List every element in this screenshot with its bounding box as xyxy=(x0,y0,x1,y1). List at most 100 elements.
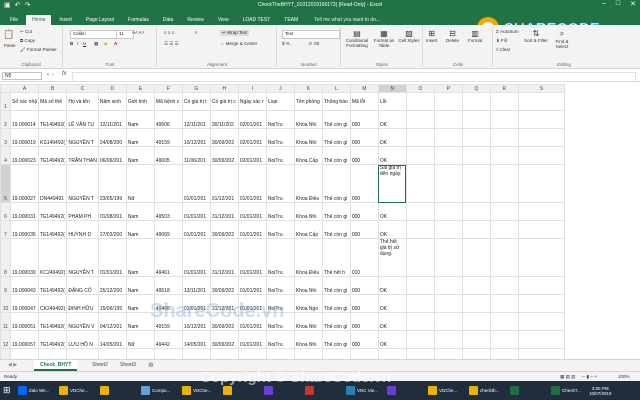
cell-f1[interactable]: Mã bệnh c xyxy=(153,92,183,111)
cell-q1[interactable] xyxy=(461,92,491,111)
cell-o5[interactable] xyxy=(405,164,435,203)
fill-color-icon[interactable]: ◆ xyxy=(104,41,107,47)
cell-f4[interactable]: 49005 xyxy=(153,146,183,165)
clock[interactable]: 3:05 PM 10/07/2019 xyxy=(589,383,612,398)
bold-button[interactable]: B xyxy=(70,41,73,46)
row-header[interactable]: 4 xyxy=(0,146,11,165)
grow-font-icon[interactable]: A˄ A˅ xyxy=(132,30,144,35)
cell-p5[interactable] xyxy=(433,164,463,203)
cell-k7[interactable]: Khoa Cấp xyxy=(293,220,323,239)
column-header-e[interactable]: E xyxy=(125,84,155,93)
cell-d13[interactable]: 01/01/197 xyxy=(97,348,127,359)
cell-g9[interactable]: 13/11/201 xyxy=(181,276,211,295)
cell-q6[interactable] xyxy=(461,202,491,221)
cell-j9[interactable]: NoiTru xyxy=(265,276,295,295)
cell-s5[interactable] xyxy=(517,164,565,203)
cancel-enter-icons[interactable]: ✕ ✓ xyxy=(46,72,55,78)
cell-n4[interactable]: OK xyxy=(377,146,407,165)
cell-s6[interactable] xyxy=(517,202,565,221)
align-left-icon[interactable]: ☰ ☰ ☰ xyxy=(164,41,179,47)
cell-m4[interactable]: 000 xyxy=(349,146,379,165)
cell-j7[interactable]: NoiTru xyxy=(265,220,295,239)
column-header-b[interactable]: B xyxy=(38,84,68,93)
cell-r2[interactable] xyxy=(489,110,519,129)
cell-s13[interactable] xyxy=(517,348,565,359)
cell-l9[interactable]: Thẻ còn gi xyxy=(321,276,351,295)
cell-m6[interactable]: 000 xyxy=(349,202,379,221)
cell-h12[interactable]: 30/09/202 xyxy=(209,330,239,349)
row-header[interactable]: 8 xyxy=(0,238,11,277)
cell-i12[interactable]: 01/01/201 xyxy=(237,330,267,349)
cell-p7[interactable] xyxy=(433,220,463,239)
cell-f13[interactable]: 49069 xyxy=(153,348,183,359)
cell-c10[interactable]: ĐINH HỮU xyxy=(66,294,99,313)
cell-b1[interactable]: Mã số thẻ xyxy=(38,92,68,111)
cell-h3[interactable]: 30/09/202 xyxy=(209,128,239,147)
cell-g5[interactable]: 01/01/201 xyxy=(181,164,211,203)
column-header-o[interactable]: O xyxy=(405,84,435,93)
cell-c5[interactable]: NGUYỄN T xyxy=(66,164,99,203)
cell-e6[interactable]: Nam xyxy=(125,202,155,221)
cell-a11[interactable]: 19.000051 xyxy=(9,312,40,331)
cell-q2[interactable] xyxy=(461,110,491,129)
cell-f8[interactable]: 49461 xyxy=(153,238,183,277)
tab-page-layout[interactable]: Page Layout xyxy=(80,15,120,25)
cell-j1[interactable]: Loại xyxy=(265,92,295,111)
cell-n2[interactable]: OK xyxy=(377,110,407,129)
conditional-formatting-button[interactable]: ▤ Conditional Formatting xyxy=(344,29,370,48)
cell-d7[interactable]: 27/03/200 xyxy=(97,220,127,239)
cell-r1[interactable] xyxy=(489,92,519,111)
cell-c4[interactable]: TRẦN THAN xyxy=(66,146,99,165)
cell-p11[interactable] xyxy=(433,312,463,331)
column-header-r[interactable]: R xyxy=(489,84,519,93)
cell-h7[interactable]: 30/09/202 xyxy=(209,220,239,239)
cell-m10[interactable]: 000 xyxy=(349,294,379,313)
cell-d10[interactable]: 15/06/195 xyxy=(97,294,127,313)
tab-team[interactable]: TEAM xyxy=(278,15,304,25)
cell-n1[interactable]: Lỗi xyxy=(377,92,407,111)
column-header-c[interactable]: C xyxy=(66,84,99,93)
cell-m9[interactable]: 000 xyxy=(349,276,379,295)
cell-b7[interactable]: TE149492( xyxy=(38,220,68,239)
format-button[interactable]: ▥ Format xyxy=(468,29,482,43)
cell-b5[interactable]: DN449491 xyxy=(38,164,68,203)
cell-b8[interactable]: KC249492( xyxy=(38,238,68,277)
cell-d2[interactable]: 12/11/201 xyxy=(97,110,127,129)
row-header[interactable]: 12 xyxy=(0,330,11,349)
add-sheet-icon[interactable]: ⊕ xyxy=(142,360,160,371)
taskbar-item[interactable] xyxy=(510,383,521,398)
cell-h13[interactable]: 31/12/201 xyxy=(209,348,239,359)
cell-k6[interactable]: Khoa Nhi xyxy=(293,202,323,221)
cell-c12[interactable]: LƯU HỒ N xyxy=(66,330,99,349)
start-button[interactable]: ⊞ xyxy=(3,383,11,398)
align-top-icon[interactable]: ≡ ≡ ≡ xyxy=(164,30,174,35)
cell-g3[interactable]: 10/12/201 xyxy=(181,128,211,147)
cell-d3[interactable]: 24/08/200 xyxy=(97,128,127,147)
cell-p6[interactable] xyxy=(433,202,463,221)
cell-o8[interactable] xyxy=(405,238,435,277)
cell-q5[interactable] xyxy=(461,164,491,203)
cell-a8[interactable]: 19.000039 xyxy=(9,238,40,277)
tab-data[interactable]: Data xyxy=(157,15,180,25)
cell-k10[interactable]: Khoa Ngo xyxy=(293,294,323,313)
cell-e12[interactable]: Nữ xyxy=(125,330,155,349)
cell-j13[interactable]: NoiTru xyxy=(265,348,295,359)
cell-e9[interactable]: Nam xyxy=(125,276,155,295)
cell-k8[interactable]: Khoa Điều xyxy=(293,238,323,277)
cell-o10[interactable] xyxy=(405,294,435,313)
cell-g7[interactable]: 01/01/201 xyxy=(181,220,211,239)
cell-m2[interactable]: 000 xyxy=(349,110,379,129)
cell-l3[interactable]: Thẻ còn gi xyxy=(321,128,351,147)
cell-c2[interactable]: LÊ VĂN TU xyxy=(66,110,99,129)
delete-button[interactable]: ⊟ Delete xyxy=(446,29,459,43)
cell-l10[interactable]: Thẻ còn gi xyxy=(321,294,351,313)
maximize-icon[interactable]: □ xyxy=(616,0,620,8)
cell-f7[interactable]: 49069 xyxy=(153,220,183,239)
cell-s8[interactable] xyxy=(517,238,565,277)
sheet-tab-sheet3[interactable]: Sheet3 xyxy=(114,360,142,371)
cell-n9[interactable]: OK xyxy=(377,276,407,295)
currency-icon[interactable]: $ % , xyxy=(282,41,292,46)
paste-button[interactable]: Paste xyxy=(4,43,16,48)
cell-s4[interactable] xyxy=(517,146,565,165)
name-box[interactable]: N5 xyxy=(2,72,42,80)
